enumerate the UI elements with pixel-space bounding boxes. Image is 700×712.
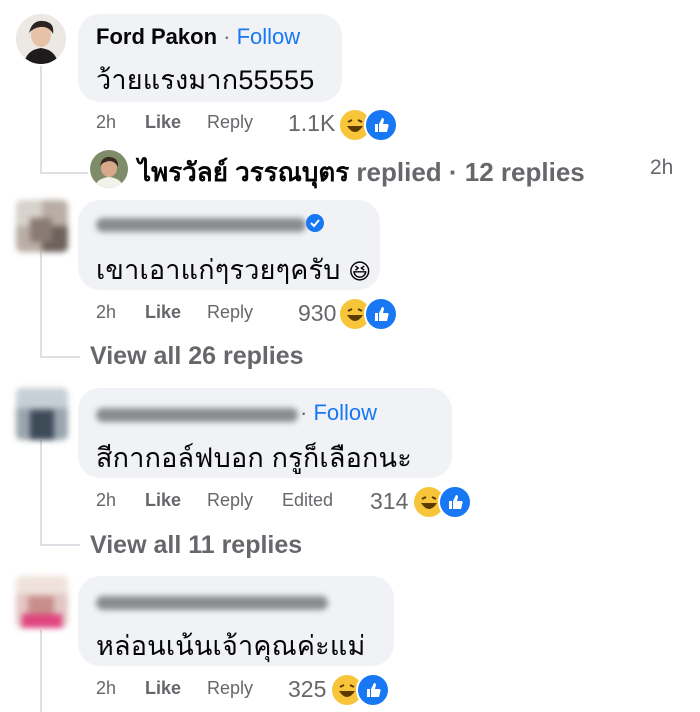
thread-line xyxy=(40,250,42,358)
comment-time[interactable]: 2h xyxy=(96,490,116,511)
laughing-emoji: 😆 xyxy=(348,259,372,284)
like-label: Like xyxy=(145,302,182,322)
follow-button[interactable]: Follow xyxy=(313,400,377,425)
thread-line xyxy=(40,440,42,546)
view-all-replies-link[interactable]: View all 11 replies xyxy=(90,531,302,560)
comment-time[interactable]: 2h xyxy=(96,678,116,699)
blurred-author-name xyxy=(96,596,328,610)
author-name[interactable]: Ford Pakon xyxy=(96,24,217,49)
reply-count: · 12 replies xyxy=(448,157,585,187)
reply-button[interactable]: Reply xyxy=(207,678,253,699)
like-label: Like xyxy=(145,490,182,510)
reply-author-avatar[interactable] xyxy=(90,150,128,188)
reply-summary[interactable]: ไพรวัลย์ วรรณบุตร replied · 12 replies xyxy=(138,152,585,193)
like-reaction-icon xyxy=(364,297,398,331)
comment-text: สีกากอล์ฟบอก กรูก็เลือกนะ xyxy=(96,443,412,473)
reply-time: 2h xyxy=(650,156,674,179)
reply-button[interactable]: Reply xyxy=(207,490,253,511)
comment-text: หล่อนเน้นเจ้าคุณค่ะแม่ xyxy=(96,631,366,661)
comment-text: ว้ายแรงมาก55555 xyxy=(96,65,315,95)
like-label: Like xyxy=(145,112,182,132)
reaction-count[interactable]: 314 xyxy=(370,488,408,515)
edited-label[interactable]: Edited xyxy=(282,490,333,511)
like-button[interactable]: Like xyxy=(145,302,181,323)
comment-time[interactable]: 2h xyxy=(96,302,116,323)
reply-author-name: ไพรวัลย์ วรรณบุตร xyxy=(138,157,350,187)
verified-badge-icon xyxy=(306,214,324,232)
separator-dot: · xyxy=(300,400,314,425)
thread-line xyxy=(40,66,42,174)
follow-button[interactable]: Follow xyxy=(237,24,301,49)
thread-line xyxy=(40,356,80,358)
thread-line xyxy=(40,544,80,546)
comment-text-body: เขาเอาแก่ๆรวยๆครับ xyxy=(96,255,341,285)
like-reaction-icon xyxy=(356,673,390,707)
comment-author[interactable]: Ford Pakon · Follow xyxy=(96,24,300,50)
like-button[interactable]: Like xyxy=(145,490,181,511)
thread-line xyxy=(40,172,88,174)
reaction-count[interactable]: 1.1K xyxy=(288,110,335,137)
thread-line xyxy=(40,630,42,712)
reply-button[interactable]: Reply xyxy=(207,112,253,133)
like-label: Like xyxy=(145,678,182,698)
like-reaction-icon xyxy=(438,485,472,519)
blurred-author-name xyxy=(96,218,306,232)
comment-text: เขาเอาแก่ๆรวยๆครับ 😆 xyxy=(96,248,371,291)
like-button[interactable]: Like xyxy=(145,112,181,133)
separator-dot: · xyxy=(217,24,237,49)
like-reaction-icon xyxy=(364,108,398,142)
reply-action: replied xyxy=(356,157,442,187)
reaction-count[interactable]: 930 xyxy=(298,300,336,327)
avatar[interactable] xyxy=(16,14,66,64)
view-all-replies-link[interactable]: View all 26 replies xyxy=(90,342,304,371)
avatar[interactable] xyxy=(16,388,68,440)
comment-author: · Follow xyxy=(300,400,377,426)
reaction-count[interactable]: 325 xyxy=(288,676,326,703)
avatar[interactable] xyxy=(16,576,68,628)
comment-time[interactable]: 2h xyxy=(96,112,116,133)
reply-button[interactable]: Reply xyxy=(207,302,253,323)
avatar[interactable] xyxy=(16,200,68,252)
like-button[interactable]: Like xyxy=(145,678,181,699)
blurred-author-name xyxy=(96,408,298,422)
